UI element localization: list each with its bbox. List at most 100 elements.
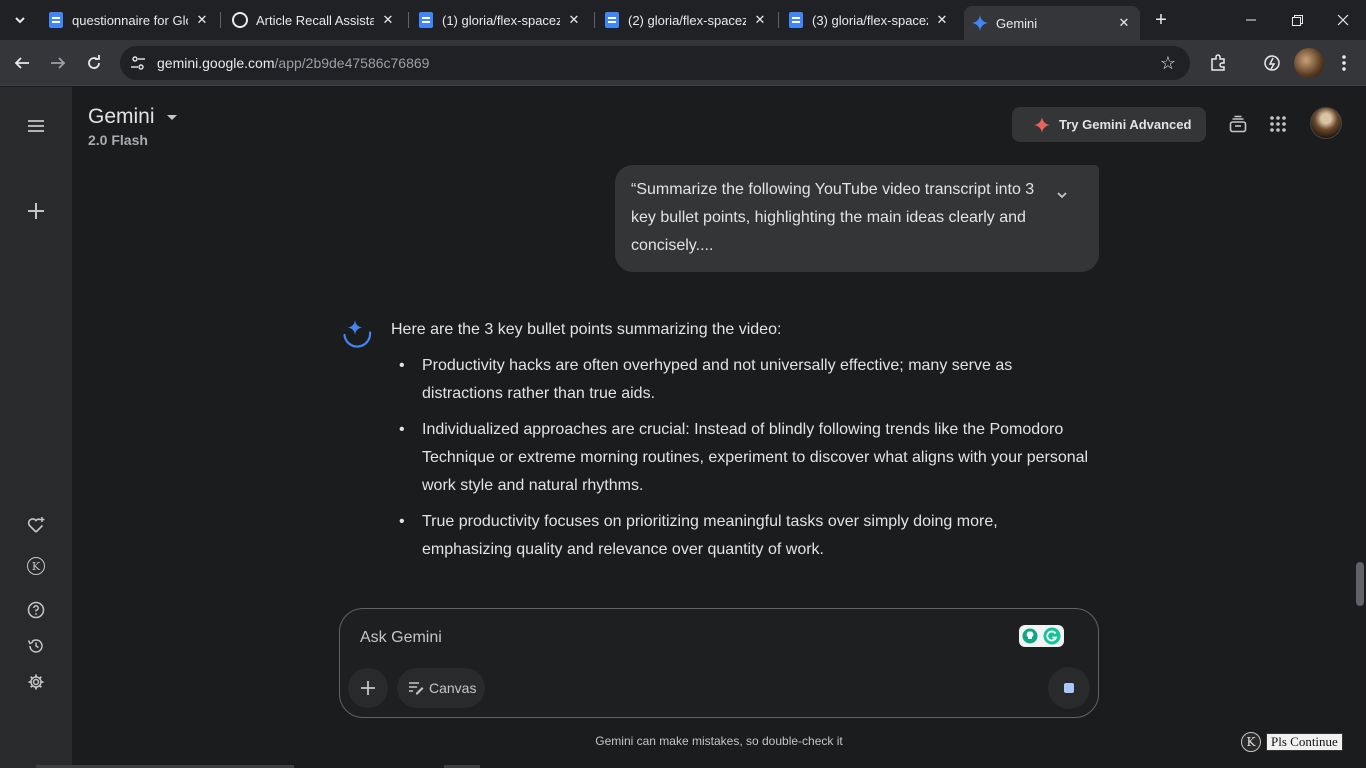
bookmark-star-icon[interactable]: ☆ <box>1158 53 1178 73</box>
browser-tab[interactable]: (3) gloria/flex-spacez ✕ <box>780 6 958 34</box>
brand-title[interactable]: Gemini <box>88 105 155 129</box>
browser-profile-avatar[interactable] <box>1294 48 1324 78</box>
help-circle-icon <box>27 601 45 619</box>
browser-tab[interactable]: questionnaire for Glo ✕ <box>40 6 218 34</box>
activity-button[interactable] <box>24 634 48 658</box>
browser-menu-button[interactable] <box>1332 51 1356 75</box>
canvas-button[interactable]: Canvas <box>397 668 485 708</box>
prompt-input[interactable] <box>360 627 1000 649</box>
grammarly-widget[interactable] <box>1019 625 1064 647</box>
browser-tab[interactable]: Article Recall Assistan ✕ <box>224 6 404 34</box>
minimize-icon <box>1246 19 1256 21</box>
tab-title: Article Recall Assistan <box>256 12 374 28</box>
reload-icon <box>88 55 100 69</box>
settings-button[interactable] <box>24 670 48 694</box>
lightbulb-icon <box>1022 628 1038 644</box>
gear-icon <box>28 674 44 690</box>
model-response: Here are the 3 key bullet points summari… <box>391 318 1091 572</box>
browser-toolbar: gemini.google.com/app/2b9de47586c76869 ☆ <box>0 40 1366 86</box>
restore-icon <box>1291 14 1303 26</box>
tab-divider <box>594 12 595 28</box>
account-avatar[interactable] <box>1310 107 1342 139</box>
response-intro: Here are the 3 key bullet points summari… <box>391 321 782 338</box>
new-tab-button[interactable]: + <box>1150 8 1172 32</box>
close-icon[interactable]: ✕ <box>1116 15 1132 31</box>
chat-scrollbar[interactable] <box>1356 562 1364 606</box>
gem-manager-button[interactable] <box>24 513 48 537</box>
k-extension-icon[interactable]: K <box>24 554 48 578</box>
chevron-down-icon <box>15 17 25 24</box>
tab-divider <box>220 12 221 28</box>
speedometer-icon <box>1264 55 1280 71</box>
hamburger-menu-icon <box>28 120 44 132</box>
new-chat-button[interactable] <box>24 199 48 223</box>
google-docs-icon <box>48 12 64 28</box>
upload-button[interactable] <box>348 668 388 708</box>
url-path: /app/2b9de47586c76869 <box>274 55 430 71</box>
arrow-left-icon <box>14 57 29 69</box>
url-domain: gemini.google.com <box>157 55 275 71</box>
google-docs-icon <box>788 12 804 28</box>
close-icon[interactable]: ✕ <box>566 12 582 28</box>
arrow-right-icon <box>51 57 66 69</box>
browser-tab[interactable]: (2) gloria/flex-spacez ✕ <box>596 6 776 34</box>
response-bullet: Individualized approaches are crucial: I… <box>391 416 1091 500</box>
tab-divider <box>408 12 409 28</box>
caret-down-icon[interactable] <box>166 112 178 124</box>
help-button[interactable] <box>24 598 48 622</box>
restore-button[interactable] <box>1274 0 1320 40</box>
try-advanced-button[interactable]: Try Gemini Advanced <box>1012 107 1206 142</box>
main-menu-button[interactable] <box>24 114 48 138</box>
tab-title: (2) gloria/flex-spacez <box>628 12 746 28</box>
close-window-button[interactable] <box>1320 0 1366 40</box>
tab-title: (3) gloria/flex-spacez <box>812 12 928 28</box>
reload-button[interactable] <box>82 51 106 75</box>
close-icon[interactable]: ✕ <box>194 12 210 28</box>
continue-extension: K Pls Continue <box>1241 731 1343 753</box>
pls-continue-button[interactable]: Pls Continue <box>1266 733 1343 751</box>
address-bar[interactable]: gemini.google.com/app/2b9de47586c76869 ☆ <box>120 46 1190 80</box>
prompt-composer: Canvas <box>339 608 1099 718</box>
gemini-response-icon <box>343 320 372 348</box>
gemini-sidebar: K <box>0 87 72 768</box>
tab-search-button[interactable] <box>8 8 32 32</box>
forward-button[interactable] <box>46 51 70 75</box>
history-icon <box>27 639 43 653</box>
tab-title: (1) gloria/flex-spacez <box>442 12 560 28</box>
url-text: gemini.google.com/app/2b9de47586c76869 <box>157 55 429 71</box>
stop-generating-button[interactable] <box>1048 667 1090 709</box>
tab-title: questionnaire for Glo <box>72 12 188 28</box>
try-advanced-label: Try Gemini Advanced <box>1059 117 1192 132</box>
puzzle-icon <box>1211 54 1225 71</box>
stop-square-icon <box>1064 683 1074 693</box>
plus-icon <box>28 203 44 219</box>
k-extension-icon[interactable]: K <box>1241 732 1261 752</box>
tab-title: Gemini <box>996 15 1038 31</box>
stack-icon <box>1229 115 1247 133</box>
back-button[interactable] <box>10 51 34 75</box>
close-icon[interactable]: ✕ <box>380 12 396 28</box>
close-icon[interactable]: ✕ <box>752 12 768 28</box>
close-icon[interactable]: ✕ <box>934 12 950 28</box>
user-message-bubble: “Summarize the following YouTube video t… <box>615 165 1099 272</box>
response-bullet: Productivity hacks are often overhyped a… <box>391 352 1091 408</box>
google-apps-button[interactable] <box>1266 112 1290 136</box>
performance-button[interactable] <box>1260 51 1284 75</box>
minimize-button[interactable] <box>1228 0 1274 40</box>
expand-chevron-icon[interactable] <box>1054 187 1070 203</box>
stack-button[interactable] <box>1226 112 1250 136</box>
site-settings-icon[interactable] <box>128 53 148 73</box>
browser-tab[interactable]: (1) gloria/flex-spacez ✕ <box>410 6 590 34</box>
canvas-edit-icon <box>409 682 424 695</box>
google-docs-icon <box>418 12 434 28</box>
response-bullet: True productivity focuses on prioritizin… <box>391 508 1091 564</box>
google-docs-icon <box>604 12 620 28</box>
gemini-icon <box>972 15 988 31</box>
model-selector[interactable]: 2.0 Flash <box>88 132 148 148</box>
canvas-label: Canvas <box>429 680 477 696</box>
extensions-button[interactable] <box>1206 51 1230 75</box>
browser-tabstrip: questionnaire for Glo ✕ Article Recall A… <box>0 0 1366 40</box>
tab-divider <box>778 12 779 28</box>
browser-tab-active[interactable]: Gemini ✕ <box>964 6 1140 40</box>
sparkle-icon <box>1034 116 1050 133</box>
